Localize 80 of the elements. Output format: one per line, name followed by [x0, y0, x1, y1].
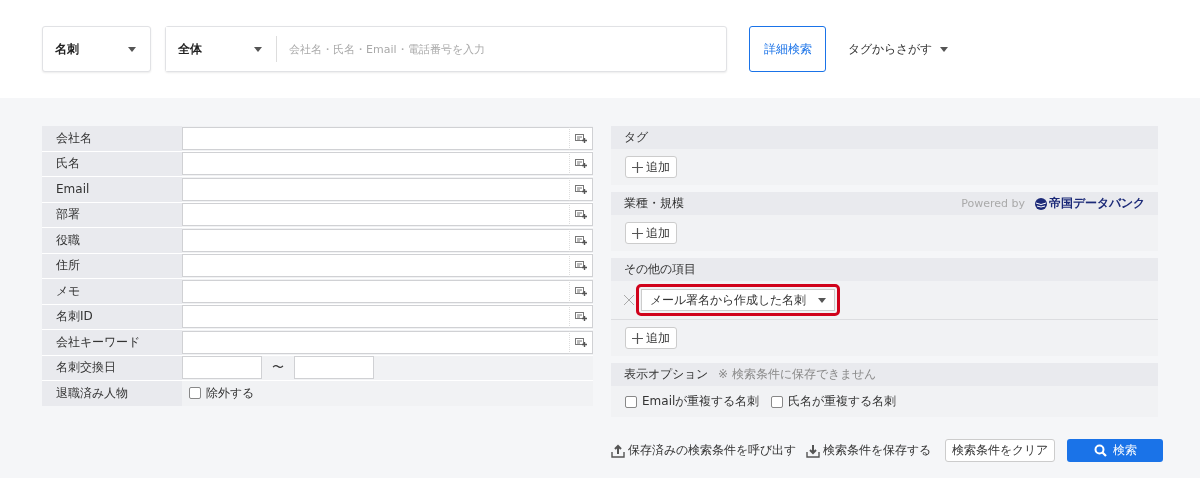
text-field[interactable] [182, 305, 570, 329]
tag-search-menu[interactable]: タグからさがす [836, 40, 960, 58]
card-plus-icon [575, 159, 587, 169]
search-button[interactable]: 検索 [1067, 439, 1163, 462]
caret-icon [940, 46, 948, 52]
card-plus-button[interactable] [570, 152, 593, 176]
checkbox[interactable] [771, 395, 784, 408]
field-label: 会社名 [42, 126, 182, 151]
condition-dropdown[interactable]: メール署名から作成した名刺 [641, 289, 835, 311]
add-button[interactable]: 追加 [625, 156, 677, 178]
plus-icon [632, 227, 643, 239]
search-field[interactable]: 会社名・氏名・Email・電話番号を入力 [277, 29, 726, 69]
search-icon [1093, 444, 1107, 457]
section-note: ※ 検索条件に保存できません [718, 366, 876, 383]
text-field[interactable] [182, 177, 570, 201]
card-plus-icon [575, 184, 587, 194]
range-separator: 〜 [272, 359, 284, 377]
checkbox-label: Emailが重複する名刺 [642, 393, 760, 410]
add-button[interactable]: 追加 [625, 327, 677, 349]
checkbox-label: 氏名が重複する名刺 [788, 393, 897, 410]
field-label: 住所 [42, 253, 182, 278]
upload-icon [611, 443, 625, 458]
field-label: 名刺ID [42, 304, 182, 329]
plus-icon [632, 332, 643, 344]
date-field[interactable] [294, 356, 374, 380]
plus-icon [632, 161, 643, 173]
card-plus-icon [575, 261, 587, 271]
field-label: メモ [42, 279, 182, 304]
type-dropdown[interactable]: 名刺 [42, 26, 151, 72]
search-bar[interactable]: 全体 会社名・氏名・Email・電話番号を入力 [165, 26, 727, 72]
section-title: その他の項目 [624, 261, 696, 278]
text-field[interactable] [182, 152, 570, 176]
powered-by-text: Powered by [961, 197, 1025, 210]
checkbox-label: 除外する [206, 384, 254, 402]
text-field[interactable] [182, 228, 570, 252]
field-label: 会社キーワード [42, 330, 182, 355]
card-plus-button[interactable] [570, 279, 593, 303]
section-title: 業種・規模 [624, 195, 684, 212]
card-plus-icon [575, 286, 587, 296]
field-label: 退職済み人物 [42, 381, 182, 406]
card-plus-button[interactable] [570, 305, 593, 329]
caret-icon [818, 297, 826, 303]
card-plus-icon [575, 312, 587, 322]
globe-icon [1035, 197, 1047, 210]
date-field[interactable] [182, 356, 262, 380]
text-field[interactable] [182, 279, 570, 303]
caret-icon [128, 46, 136, 52]
add-button[interactable]: 追加 [625, 222, 677, 244]
card-plus-icon [575, 210, 587, 220]
section-title: タグ [624, 129, 648, 146]
card-plus-icon [575, 337, 587, 347]
link[interactable]: 保存済みの検索条件を呼び出す [611, 442, 796, 459]
advanced-search-button[interactable]: 詳細検索 [749, 26, 826, 72]
clear-button[interactable]: 検索条件をクリア [945, 439, 1055, 462]
card-plus-button[interactable] [570, 126, 593, 150]
card-plus-button[interactable] [570, 254, 593, 278]
field-label: 役職 [42, 228, 182, 253]
checkbox[interactable] [189, 387, 201, 400]
card-plus-button[interactable] [570, 177, 593, 201]
caret-icon [254, 46, 262, 52]
text-field[interactable] [182, 254, 570, 278]
field-label: Email [42, 177, 182, 202]
card-plus-icon [575, 235, 587, 245]
checkbox[interactable] [625, 395, 637, 408]
scope-dropdown[interactable]: 全体 [166, 27, 276, 71]
text-field[interactable] [182, 330, 570, 354]
card-plus-icon [575, 133, 587, 143]
card-plus-button[interactable] [570, 203, 593, 227]
field-label: 名刺交換日 [42, 355, 182, 380]
card-plus-button[interactable] [570, 330, 593, 354]
link[interactable]: 検索条件を保存する [806, 442, 931, 459]
field-label: 氏名 [42, 151, 182, 176]
close-icon[interactable] [623, 294, 635, 306]
download-icon [806, 443, 820, 458]
provider-logo: 帝国データバンク [1035, 195, 1145, 212]
text-field[interactable] [182, 126, 570, 150]
field-label: 部署 [42, 202, 182, 227]
card-plus-button[interactable] [570, 228, 593, 252]
text-field[interactable] [182, 203, 570, 227]
section-title: 表示オプション [624, 366, 708, 383]
